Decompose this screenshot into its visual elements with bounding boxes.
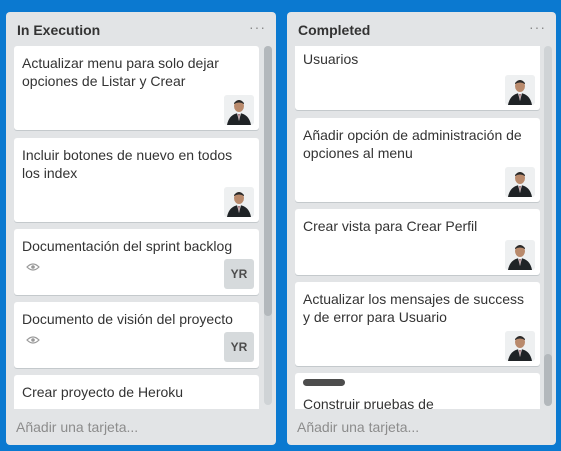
card[interactable]: Crear proyecto de Heroku [14,375,259,409]
scroll-thumb[interactable] [264,46,272,316]
list-title[interactable]: Completed [298,22,370,38]
list-title[interactable]: In Execution [17,22,100,38]
list-menu-button[interactable]: ··· [249,18,266,36]
scroll-thumb[interactable] [544,354,552,406]
list-in-execution: In Execution ··· Actualizar menu para so… [6,12,276,445]
card-title: Incluir botones de nuevo en todos los in… [22,147,233,181]
eye-icon [26,263,40,271]
card-title: Actualizar los mensajes de success y de … [303,291,524,325]
card[interactable]: Crear vista para Crear Perfil [295,209,540,275]
card-title: Crear proyecto de Heroku [22,384,184,400]
avatar-photo [224,187,254,217]
member-avatar[interactable] [224,95,254,125]
card-title: Actualizar menu para solo dejar opciones… [22,55,219,89]
card-list: Usuarios Añadir opción de administración… [295,46,540,409]
add-card-link[interactable]: Añadir una tarjeta... [297,419,419,435]
scrollbar[interactable] [544,46,552,406]
card-title: Crear vista para Crear Perfil [303,218,478,234]
list-header[interactable]: Completed ··· [287,12,556,46]
card-title: Usuarios [303,51,359,67]
avatar-photo [505,167,535,197]
card[interactable]: Documento de visión del proyecto YR [14,302,259,368]
card[interactable]: Añadir opción de administración de opcio… [295,118,540,202]
card-list: Actualizar menu para solo dejar opciones… [14,46,259,409]
add-card-link[interactable]: Añadir una tarjeta... [16,419,138,435]
member-avatar[interactable] [505,167,535,197]
list-completed: Completed ··· Usuarios Añadir opción de … [287,12,556,445]
member-initials[interactable]: YR [224,332,254,362]
card[interactable]: Construir pruebas de [295,373,540,409]
member-avatar[interactable] [505,75,535,105]
card-label [303,379,345,386]
avatar-photo [505,331,535,361]
scrollbar[interactable] [264,46,272,405]
card-title: Documento de visión del proyecto [22,311,233,327]
card-title: Añadir opción de administración de opcio… [303,127,522,161]
list-header[interactable]: In Execution ··· [6,12,276,46]
card-title: Construir pruebas de [303,396,434,409]
card-title: Documentación del sprint backlog [22,238,233,254]
card[interactable]: Incluir botones de nuevo en todos los in… [14,138,259,222]
card[interactable]: Documentación del sprint backlog YR [14,229,259,295]
avatar-photo [505,240,535,270]
member-initials[interactable]: YR [224,259,254,289]
member-avatar[interactable] [505,331,535,361]
member-avatar[interactable] [505,240,535,270]
avatar-photo [224,95,254,125]
member-avatar[interactable] [224,187,254,217]
card[interactable]: Usuarios [295,46,540,110]
card[interactable]: Actualizar los mensajes de success y de … [295,282,540,366]
eye-icon [26,336,40,344]
list-menu-button[interactable]: ··· [529,18,546,36]
card[interactable]: Actualizar menu para solo dejar opciones… [14,46,259,130]
avatar-photo [505,75,535,105]
